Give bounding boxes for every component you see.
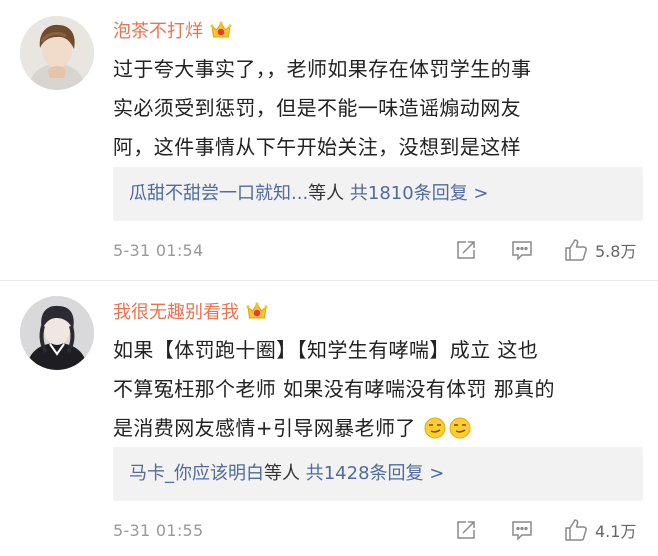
comment-line: 实必须受到惩罚，但是不能一味造谣煽动网友 [113, 96, 521, 120]
comment-icon [512, 521, 532, 541]
share-icon [457, 521, 475, 539]
username-text[interactable]: 我很无趣别看我 [113, 302, 239, 323]
reply-names[interactable]: 瓜甜不甜尝一口就知... [129, 183, 308, 204]
comment-button[interactable] [510, 238, 534, 262]
replies-summary[interactable]: 马卡_你应该明白等人 共1428条回复 > [113, 447, 643, 501]
username[interactable]: 泡茶不打烊 [113, 20, 233, 44]
share-icon [457, 241, 475, 259]
avatar[interactable] [20, 16, 94, 90]
reply-count-link[interactable]: 共1810条回复 > [350, 183, 489, 204]
timestamp: 5-31 01:54 [113, 241, 204, 260]
reply-by-label: 等人 [308, 183, 345, 204]
reply-names[interactable]: 马卡_你应该明白 [129, 463, 264, 484]
smirk-emoji-icon [449, 413, 471, 439]
comment-line: 如果【体罚跑十圈】【知学生有哮喘】成立 这也 [113, 338, 539, 362]
share-button[interactable] [454, 518, 478, 542]
username-text[interactable]: 泡茶不打烊 [113, 21, 203, 42]
comment-icon [512, 241, 532, 261]
replies-summary[interactable]: 瓜甜不甜尝一口就知...等人 共1810条回复 > [113, 167, 643, 221]
comment-line: 阿，这件事情从下午开始关注，没想到是这样 [113, 135, 521, 159]
share-button[interactable] [454, 238, 478, 262]
comment-line: 过于夸大事实了，，老师如果存在体罚学生的事 [113, 57, 532, 81]
comment-line-with-emoji: 是消费网友感情+引导网暴老师了 [113, 409, 643, 448]
smirk-emoji-icon [424, 413, 446, 439]
comment-line: 不算冤枉那个老师 如果没有哮喘没有体罚 那真的 [113, 377, 555, 401]
like-count: 4.1万 [595, 522, 637, 541]
like-button[interactable]: 4.1万 [563, 517, 636, 543]
avatar[interactable] [20, 296, 94, 370]
timestamp: 5-31 01:55 [113, 521, 204, 540]
reply-by-label: 等人 [264, 463, 300, 484]
comment-item: 我很无趣别看我 如果【体罚跑十圈】【知学生有哮喘】成立 这也 不算冤枉那个老师 … [0, 281, 658, 556]
crown-badge-icon [209, 20, 233, 40]
comment-line: 是消费网友感情+引导网暴老师了 [113, 416, 416, 440]
like-count: 5.8万 [595, 242, 637, 261]
comment-text: 如果【体罚跑十圈】【知学生有哮喘】成立 这也 不算冤枉那个老师 如果没有哮喘没有… [113, 331, 643, 448]
thumbs-up-icon [565, 519, 587, 541]
comment-item: 泡茶不打烊 过于夸大事实了，，老师如果存在体罚学生的事 实必须受到惩罚，但是不能… [0, 0, 658, 278]
reply-count-link[interactable]: 共1428条回复 > [306, 463, 445, 484]
username[interactable]: 我很无趣别看我 [113, 301, 269, 325]
comment-button[interactable] [510, 518, 534, 542]
thumbs-up-icon [565, 239, 587, 261]
like-button[interactable]: 5.8万 [563, 237, 636, 263]
comment-text: 过于夸大事实了，，老师如果存在体罚学生的事 实必须受到惩罚，但是不能一味造谣煽动… [113, 50, 643, 167]
crown-badge-icon [245, 301, 269, 321]
